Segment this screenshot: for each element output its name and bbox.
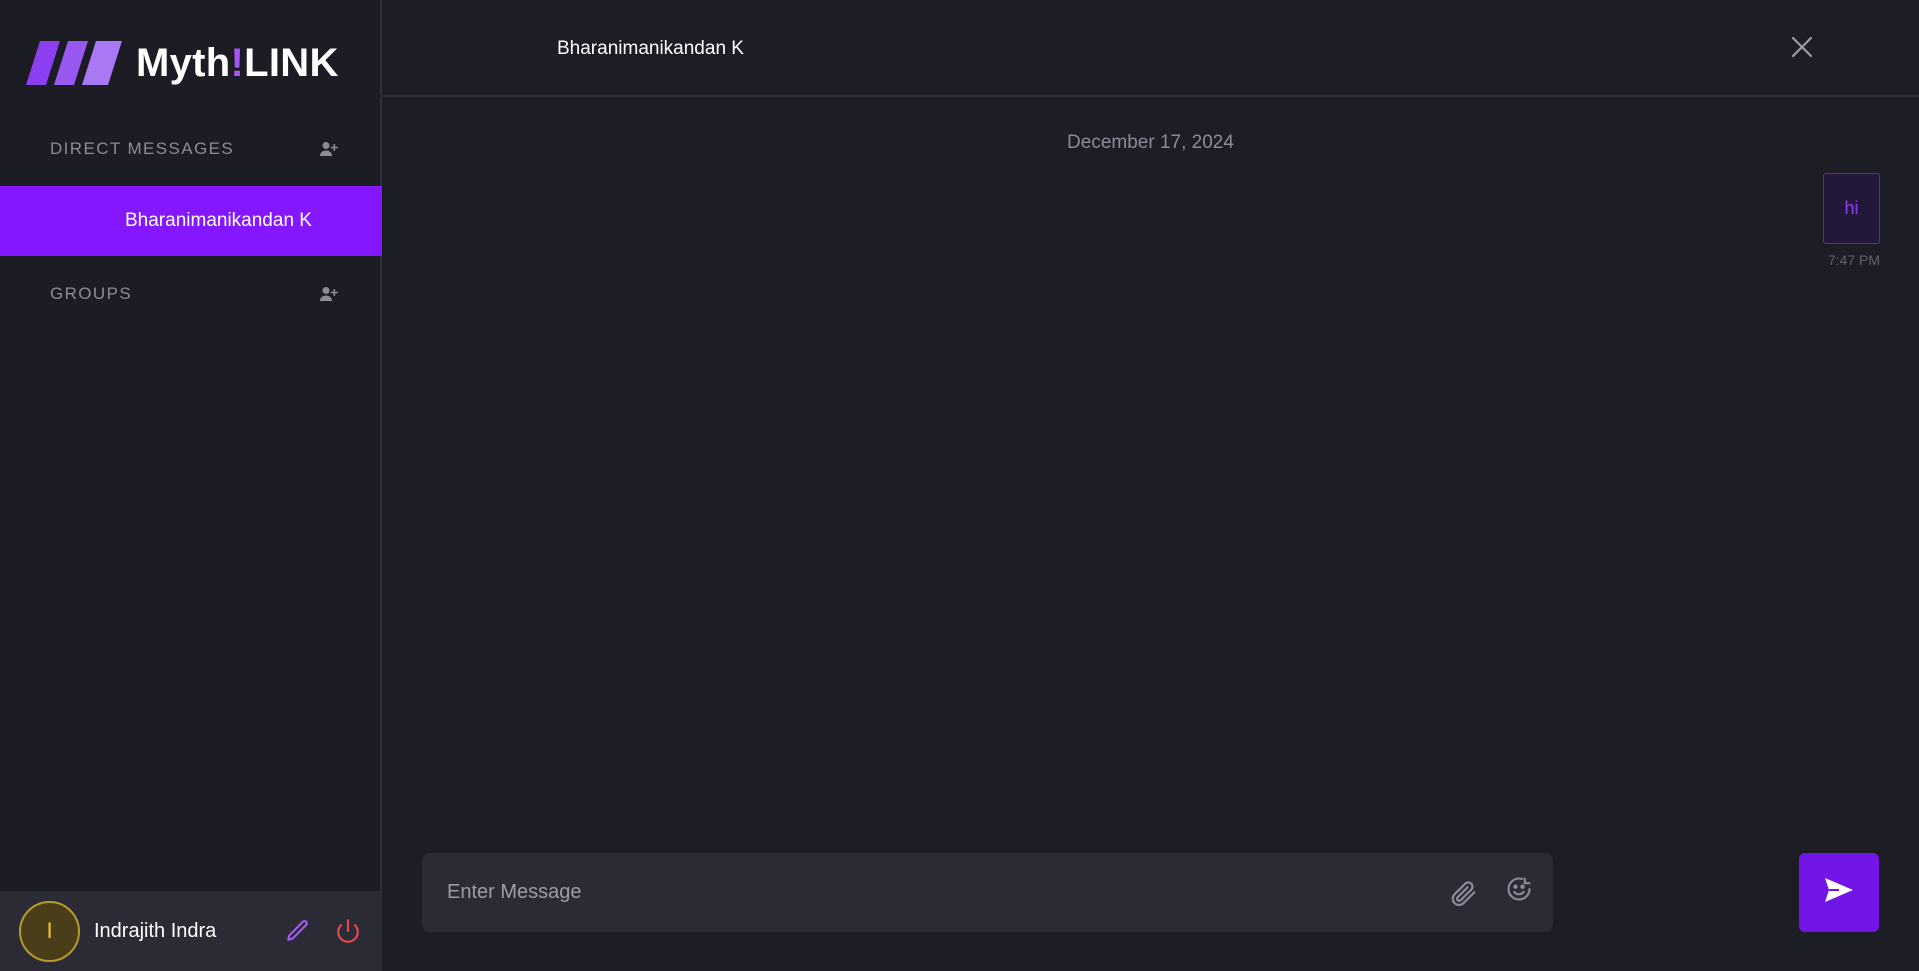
date-separator: December 17, 2024 xyxy=(1067,132,1234,153)
logo: Myth!LINK xyxy=(26,38,339,88)
message-item: hi 7:47 PM xyxy=(1823,173,1880,268)
chat-header: Bharanimanikandan K xyxy=(382,0,1919,97)
message-input[interactable] xyxy=(422,853,1447,932)
send-button[interactable] xyxy=(1799,853,1879,932)
message-time: 7:47 PM xyxy=(1827,252,1880,268)
message-composer xyxy=(422,853,1553,932)
message-bubble: hi xyxy=(1823,173,1880,244)
profile-actions xyxy=(284,891,362,971)
contact-item-active[interactable]: Bharanimanikandan K xyxy=(0,186,382,256)
groups-title: GROUPS xyxy=(50,284,133,303)
avatar[interactable]: I xyxy=(19,900,80,962)
send-icon xyxy=(1823,876,1855,909)
emoji-icon[interactable] xyxy=(1503,873,1535,905)
sidebar: Myth!LINK DIRECT MESSAGES Bharanimanikan… xyxy=(0,0,382,971)
groups-header: GROUPS xyxy=(50,279,340,309)
logo-text: Myth!LINK xyxy=(136,40,339,85)
profile-name: Indrajith Indra xyxy=(94,919,217,942)
pencil-icon[interactable] xyxy=(284,917,312,945)
add-group-icon[interactable] xyxy=(318,283,340,305)
add-user-icon[interactable] xyxy=(318,138,340,160)
direct-messages-header: DIRECT MESSAGES xyxy=(50,134,340,164)
chat-title: Bharanimanikandan K xyxy=(557,38,744,59)
chat-panel: Bharanimanikandan K December 17, 2024 hi… xyxy=(382,0,1919,971)
power-icon[interactable] xyxy=(334,917,362,945)
app-root: Myth!LINK DIRECT MESSAGES Bharanimanikan… xyxy=(0,0,1919,971)
logo-stripes-icon xyxy=(26,41,122,85)
contact-name: Bharanimanikandan K xyxy=(125,210,312,231)
paperclip-icon[interactable] xyxy=(1447,877,1479,909)
profile-bar: I Indrajith Indra xyxy=(0,891,382,971)
direct-messages-title: DIRECT MESSAGES xyxy=(50,139,235,158)
close-icon[interactable] xyxy=(1787,32,1817,62)
